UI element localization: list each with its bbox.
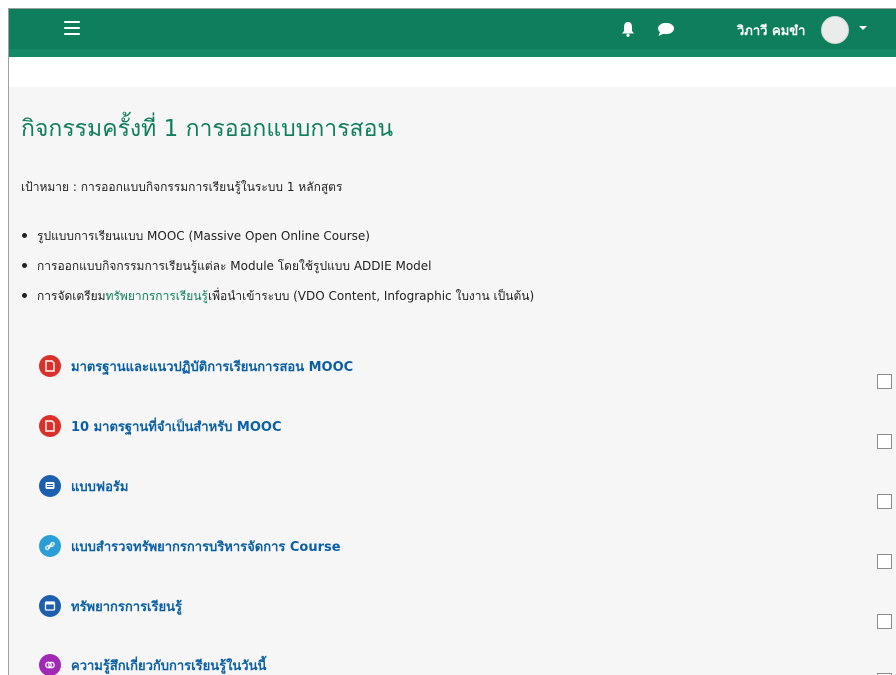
chevron-down-icon[interactable]: [859, 26, 867, 30]
bell-icon[interactable]: [621, 21, 635, 37]
activity-link[interactable]: มาตรฐานและแนวปฏิบัติการเรียนการสอน MOOC: [71, 356, 353, 377]
feedback-icon: [39, 654, 61, 675]
completion-checkbox[interactable]: [877, 554, 892, 569]
user-name[interactable]: วิภาวี คมขำ: [737, 20, 805, 41]
activity-item[interactable]: แบบฟอรัม: [39, 473, 128, 499]
pdf-icon: [39, 355, 61, 377]
completion-checkbox[interactable]: [877, 374, 892, 389]
completion-checkbox[interactable]: [877, 614, 892, 629]
main-content: กิจกรรมครั้งที่ 1 การออกแบบการสอน เป้าหม…: [9, 87, 896, 675]
activity-item[interactable]: แบบสำรวจทรัพยากรการบริหารจัดการ Course: [39, 533, 341, 559]
navbar-stripe: [9, 49, 896, 57]
resources-link[interactable]: ทรัพยากรการเรียนรู้: [106, 289, 208, 303]
pdf-icon: [39, 415, 61, 437]
page-icon: [39, 595, 61, 617]
activity-link[interactable]: 10 มาตรฐานที่จำเป็นสำหรับ MOOC: [71, 416, 281, 437]
objectives-list: รูปแบบการเรียนแบบ MOOC (Massive Open Onl…: [21, 227, 534, 317]
activity-link[interactable]: แบบสำรวจทรัพยากรการบริหารจัดการ Course: [71, 536, 341, 557]
menu-icon[interactable]: [64, 21, 80, 35]
activity-link[interactable]: ความรู้สึกเกี่ยวกับการเรียนรู้ในวันนี้: [71, 655, 266, 675]
activity-link[interactable]: แบบฟอรัม: [71, 476, 128, 497]
activity-item[interactable]: 10 มาตรฐานที่จำเป็นสำหรับ MOOC: [39, 413, 281, 439]
page-title: กิจกรรมครั้งที่ 1 การออกแบบการสอน: [21, 116, 394, 142]
activity-item[interactable]: ความรู้สึกเกี่ยวกับการเรียนรู้ในวันนี้: [39, 652, 266, 675]
list-item: การออกแบบกิจกรรมการเรียนรู้แต่ละ Module …: [21, 257, 534, 276]
activity-link[interactable]: ทรัพยากรการเรียนรู้: [71, 596, 182, 617]
browser-frame: วิภาวี คมขำ กิจกรรมครั้งที่ 1 การออกแบบก…: [8, 8, 896, 675]
link-icon: [39, 535, 61, 557]
navbar: วิภาวี คมขำ: [9, 9, 896, 49]
completion-checkbox[interactable]: [877, 434, 892, 449]
chat-icon[interactable]: [657, 22, 675, 37]
header-spacer: [9, 57, 896, 87]
list-item-text: การจัดเตรียม: [37, 289, 106, 303]
activity-item[interactable]: ทรัพยากรการเรียนรู้: [39, 593, 182, 619]
list-item: รูปแบบการเรียนแบบ MOOC (Massive Open Onl…: [21, 227, 534, 246]
avatar[interactable]: [821, 16, 849, 44]
forum-icon: [39, 475, 61, 497]
goal-text: เป้าหมาย : การออกแบบกิจกรรมการเรียนรู้ใน…: [21, 180, 343, 194]
completion-checkbox[interactable]: [877, 494, 892, 509]
list-item-text: เพื่อนำเข้าระบบ (VDO Content, Infographi…: [207, 289, 535, 303]
list-item: การจัดเตรียมทรัพยากรการเรียนรู้เพื่อนำเข…: [21, 287, 534, 306]
activity-item[interactable]: มาตรฐานและแนวปฏิบัติการเรียนการสอน MOOC: [39, 353, 353, 379]
